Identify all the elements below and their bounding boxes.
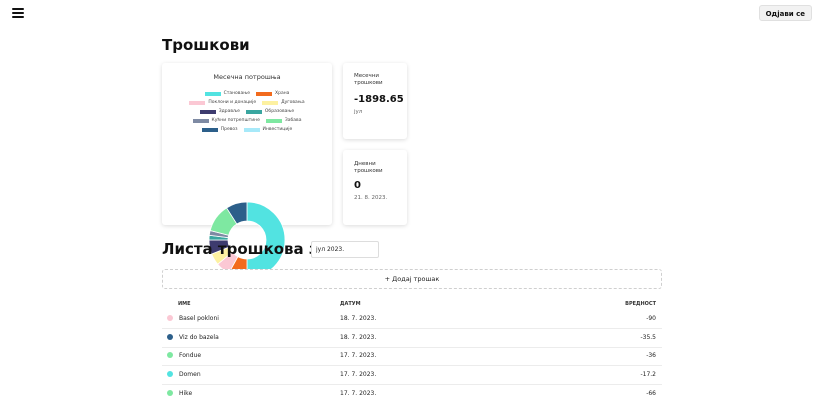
daily-expenses-value: 0 xyxy=(354,180,361,191)
cell-value: -36 xyxy=(646,352,656,360)
monthly-expenses-label: Месечни трошкови xyxy=(354,73,383,86)
legend-swatch xyxy=(192,118,209,123)
cell-value: -66 xyxy=(646,389,656,397)
cell-value: -90 xyxy=(646,315,656,322)
legend-item[interactable]: Дуговања xyxy=(262,100,305,105)
legend-item[interactable]: Становање xyxy=(204,91,251,96)
chart-title: Месечна потрошња xyxy=(213,73,281,81)
legend-swatch xyxy=(199,109,216,114)
legend-swatch xyxy=(262,100,279,105)
legend-label: Кућни потрепштине xyxy=(211,118,260,123)
monthly-expenses-month: јул xyxy=(354,109,363,115)
column-header-name[interactable]: ИМЕ xyxy=(178,301,191,307)
legend-item[interactable]: Образовање xyxy=(245,109,295,114)
category-dot-icon xyxy=(167,333,173,340)
legend-label: Поклони и донације xyxy=(208,100,257,105)
daily-expenses-date: 21. 8. 2023. xyxy=(354,195,388,201)
table-row[interactable]: Fondue 17. 7. 2023. -36 xyxy=(162,348,662,367)
legend-item[interactable]: Кућни потрепштине xyxy=(192,118,260,123)
table-row[interactable]: Hike 17. 7. 2023. -66 xyxy=(162,386,662,400)
legend-label: Становање xyxy=(223,91,251,96)
cell-name: Basel pokloni xyxy=(179,315,219,322)
month-picker-input[interactable] xyxy=(311,241,379,258)
legend-label: Превоз xyxy=(220,127,238,132)
cell-name: Domen xyxy=(179,371,201,379)
legend-row: Поклони и донације Дуговања xyxy=(162,98,332,107)
category-dot-icon xyxy=(167,371,173,378)
legend-label: Образовање xyxy=(264,109,295,114)
cell-date: 17. 7. 2023. xyxy=(340,389,377,397)
legend-swatch xyxy=(201,127,218,132)
legend-item[interactable]: Инвестиције xyxy=(243,127,293,132)
cell-value: -17.2 xyxy=(640,371,656,379)
cell-value: -35.5 xyxy=(640,333,656,341)
legend-label: Дуговања xyxy=(281,100,305,105)
legend-row: Здравље Образовање xyxy=(162,107,332,116)
daily-expenses-card: Дневни трошкови 0 21. 8. 2023. xyxy=(343,150,407,225)
monthly-spending-chart-card: Месечна потрошња Становање Храна Поклони и… xyxy=(162,63,332,279)
monthly-expenses-card: Месечни трошкови -1898.65 јул xyxy=(343,63,407,139)
legend-item[interactable]: Забава xyxy=(265,118,302,123)
legend-item[interactable]: Превоз xyxy=(201,127,238,132)
cell-date: 18. 7. 2023. xyxy=(340,315,377,322)
category-dot-icon xyxy=(167,352,173,359)
legend-label: Храна xyxy=(275,91,290,96)
column-header-value[interactable]: ВРЕДНОСТ xyxy=(625,301,656,307)
legend-swatch xyxy=(256,91,273,96)
legend-row: Превоз Инвестиције xyxy=(162,125,332,134)
column-header-date[interactable]: ДАТУМ xyxy=(340,301,361,307)
cell-name: Hike xyxy=(179,389,193,397)
chart-legend: Становање Храна Поклони и донације Дуговања… xyxy=(162,89,332,134)
legend-swatch xyxy=(245,109,262,114)
legend-swatch xyxy=(189,100,206,105)
category-dot-icon xyxy=(167,389,173,396)
table-row[interactable]: Viz do bazela 18. 7. 2023. -35.5 xyxy=(162,330,662,348)
category-dot-icon xyxy=(167,315,173,321)
cell-date: 18. 7. 2023. xyxy=(340,333,377,341)
cell-name: Viz do bazela xyxy=(179,333,219,341)
legend-label: Здравље xyxy=(218,109,240,114)
add-expense-button[interactable]: + Додај трошак xyxy=(162,269,662,289)
cell-name: Fondue xyxy=(179,352,202,360)
monthly-expenses-value: -1898.65 xyxy=(354,94,404,105)
legend-label: Забава xyxy=(284,118,302,123)
legend-swatch xyxy=(204,91,221,96)
legend-item[interactable]: Поклони и донације xyxy=(189,100,256,105)
legend-item[interactable]: Здравље xyxy=(199,109,240,114)
logout-button[interactable]: Одјави се xyxy=(758,5,812,21)
legend-row: Кућни потрепштине Забава xyxy=(162,116,332,125)
expense-list-title: Листа трошкова за xyxy=(162,240,328,258)
legend-label: Инвестиције xyxy=(262,127,293,132)
table-row[interactable]: Domen 17. 7. 2023. -17.2 xyxy=(162,367,662,386)
table-row[interactable]: Basel pokloni 18. 7. 2023. -90 xyxy=(162,311,662,329)
legend-swatch xyxy=(243,127,260,132)
menu-icon[interactable] xyxy=(12,8,24,18)
daily-expenses-label: Дневни трошкови xyxy=(354,161,383,174)
legend-item[interactable]: Храна xyxy=(256,91,289,96)
legend-swatch xyxy=(265,118,282,123)
cell-date: 17. 7. 2023. xyxy=(340,352,377,360)
legend-row: Становање Храна xyxy=(162,89,332,98)
cell-date: 17. 7. 2023. xyxy=(340,371,377,379)
page-title: Трошкови xyxy=(162,36,250,54)
